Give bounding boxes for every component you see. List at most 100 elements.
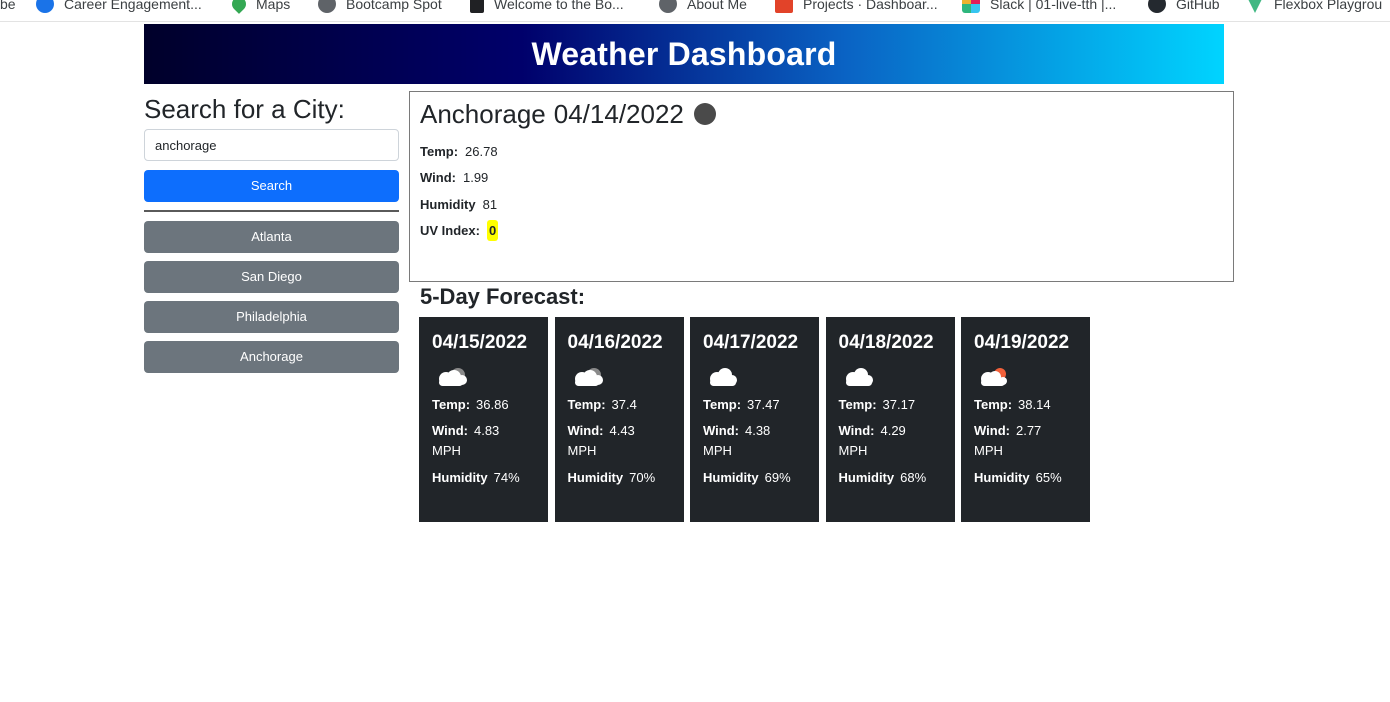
dark-cloud-icon: [568, 363, 608, 391]
forecast-card: 04/18/2022 Temp: 37.17 Wind: 4.29 MPH Humidity…: [825, 317, 955, 522]
forecast-humidity-row: Humidity 69%: [703, 468, 806, 488]
current-weather-heading: Anchorage 04/14/2022: [420, 96, 1223, 132]
forecast-temp: 38.14: [1018, 397, 1051, 412]
history-button-philadelphia[interactable]: Philadelphia: [144, 301, 399, 333]
blue-circle-icon: [36, 0, 54, 13]
forecast-wind: 4.43: [609, 423, 635, 438]
forecast-temp: 37.4: [611, 397, 637, 412]
forecast-temp: 37.17: [882, 397, 916, 412]
current-uv-row: UV Index: 0: [420, 218, 1223, 245]
forecast-date: 04/17/2022: [703, 332, 799, 353]
bookmark-item[interactable]: Slack | 01-live-tth |...: [962, 0, 1116, 15]
humidity-label: Humidity: [567, 470, 624, 485]
city-search-input[interactable]: [144, 129, 399, 161]
forecast-date: 04/16/2022: [567, 332, 663, 353]
wind-label: Wind:: [567, 423, 604, 438]
history-button-atlanta[interactable]: Atlanta: [144, 221, 399, 253]
forecast-wind: 2.77: [1015, 423, 1042, 438]
forecast-humidity-row: Humidity 74%: [432, 468, 535, 488]
slack-icon: [962, 0, 980, 13]
current-humidity-row: Humidity 81: [420, 191, 1223, 218]
forecast-date: 04/15/2022: [432, 332, 528, 353]
wind-unit: MPH: [432, 443, 461, 458]
current-city: Anchorage: [420, 99, 546, 129]
weather-icon: [693, 103, 716, 125]
bookmark-label: Maps: [256, 0, 291, 12]
bookmark-label: Welcome to the Bo...: [494, 0, 624, 12]
bookmark-item[interactable]: About Me: [659, 0, 747, 15]
forecast-humidity: 68%: [900, 470, 927, 485]
bookmark-label: Bootcamp Spot: [346, 0, 442, 12]
temp-label: Temp:: [703, 397, 742, 412]
wind-unit: MPH: [974, 443, 1003, 458]
search-panel: Search for a City: Search Atlanta San Di…: [144, 92, 399, 373]
forecast-wind: 4.29: [880, 423, 906, 438]
forecast-temp-row: Temp: 37.4: [568, 395, 671, 415]
cloud-icon: [839, 363, 879, 391]
current-wind-row: Wind: 1.99: [420, 165, 1223, 192]
forecast-humidity: 65%: [1035, 470, 1062, 485]
wind-label: Wind:: [703, 423, 739, 438]
bookmark-item[interactable]: Flexbox Playgrou: [1246, 0, 1382, 15]
bookmark-item[interactable]: Projects · Dashboar...: [775, 0, 938, 15]
forecast-date: 04/19/2022: [974, 332, 1070, 353]
humidity-label: Humidity: [838, 470, 895, 485]
gitlab-fox-icon: [775, 0, 793, 13]
bookmark-item[interactable]: Maps: [229, 0, 291, 15]
forecast-card: 04/16/2022 Temp: 37.4 Wind: 4.43 MPH Humidity 7…: [554, 317, 684, 522]
search-history-list: Atlanta San Diego Philadelphia Anchorage: [144, 221, 399, 373]
globe-icon: [659, 0, 677, 13]
forecast-humidity: 69%: [764, 470, 791, 485]
forecast-cards: 04/15/2022 Temp: 36.86 Wind: 4.83 MPH Humidity…: [419, 317, 1090, 522]
search-button[interactable]: Search: [144, 170, 399, 202]
forecast-humidity-row: Humidity 65%: [974, 468, 1077, 488]
wind-unit: MPH: [703, 443, 732, 458]
uv-index-badge: 0: [486, 220, 499, 242]
forecast-card: 04/17/2022 Temp: 37.47 Wind: 4.38 MPH Humidity…: [690, 317, 819, 522]
bookmark-item[interactable]: be: [0, 0, 16, 15]
current-temp-row: Temp: 26.78: [420, 138, 1223, 165]
current-weather-panel: Anchorage 04/14/2022 Temp: 26.78 Wind: 1…: [409, 91, 1234, 282]
forecast-wind-row: Wind: 4.38 MPH: [703, 421, 806, 461]
forecast-card: 04/19/2022 Temp: 38.14 Wind: 2.77 MPH Humidity…: [961, 317, 1090, 522]
history-button-anchorage[interactable]: Anchorage: [144, 341, 399, 373]
wind-label: Wind:: [420, 170, 456, 186]
history-button-san-diego[interactable]: San Diego: [144, 261, 399, 293]
forecast-humidity-row: Humidity 70%: [568, 468, 671, 488]
book-icon: [470, 0, 484, 13]
current-humidity: 81: [482, 196, 498, 212]
humidity-label: Humidity: [703, 470, 759, 485]
forecast-temp-row: Temp: 38.14: [974, 395, 1077, 415]
humidity-label: Humidity: [420, 196, 476, 212]
current-temp: 26.78: [465, 143, 498, 159]
forecast-wind: 4.38: [744, 423, 771, 438]
forecast-title: 5-Day Forecast:: [420, 284, 586, 309]
forecast-wind-row: Wind: 4.29 MPH: [839, 421, 942, 461]
bookmark-label: Projects · Dashboar...: [803, 0, 938, 12]
humidity-label: Humidity: [974, 470, 1030, 485]
bookmark-label: be: [0, 0, 16, 12]
divider: [144, 210, 399, 212]
forecast-temp-row: Temp: 37.47: [703, 395, 806, 415]
maps-pin-icon: [229, 0, 249, 14]
globe-icon: [318, 0, 336, 13]
bookmark-item[interactable]: Career Engagement...: [36, 0, 202, 15]
forecast-date: 04/18/2022: [838, 332, 934, 353]
cloud-icon: [703, 363, 743, 391]
github-icon: [1148, 0, 1166, 13]
forecast-temp-row: Temp: 37.17: [839, 395, 942, 415]
dark-cloud-icon: [432, 363, 472, 391]
vue-icon: [1246, 0, 1264, 13]
forecast-temp-row: Temp: 36.86: [432, 395, 535, 415]
bookmark-item[interactable]: GitHub: [1148, 0, 1220, 15]
bookmark-item[interactable]: Bootcamp Spot: [318, 0, 442, 15]
forecast-temp: 36.86: [476, 397, 509, 412]
forecast-temp: 37.47: [747, 397, 780, 412]
uv-label: UV Index:: [420, 223, 480, 239]
forecast-wind: 4.83: [473, 423, 500, 438]
sun-cloud-icon: [974, 363, 1014, 391]
wind-label: Wind:: [432, 423, 468, 438]
bookmark-label: Flexbox Playgrou: [1274, 0, 1383, 12]
page-header: Weather Dashboard: [144, 24, 1224, 84]
bookmark-item[interactable]: Welcome to the Bo...: [470, 0, 624, 15]
